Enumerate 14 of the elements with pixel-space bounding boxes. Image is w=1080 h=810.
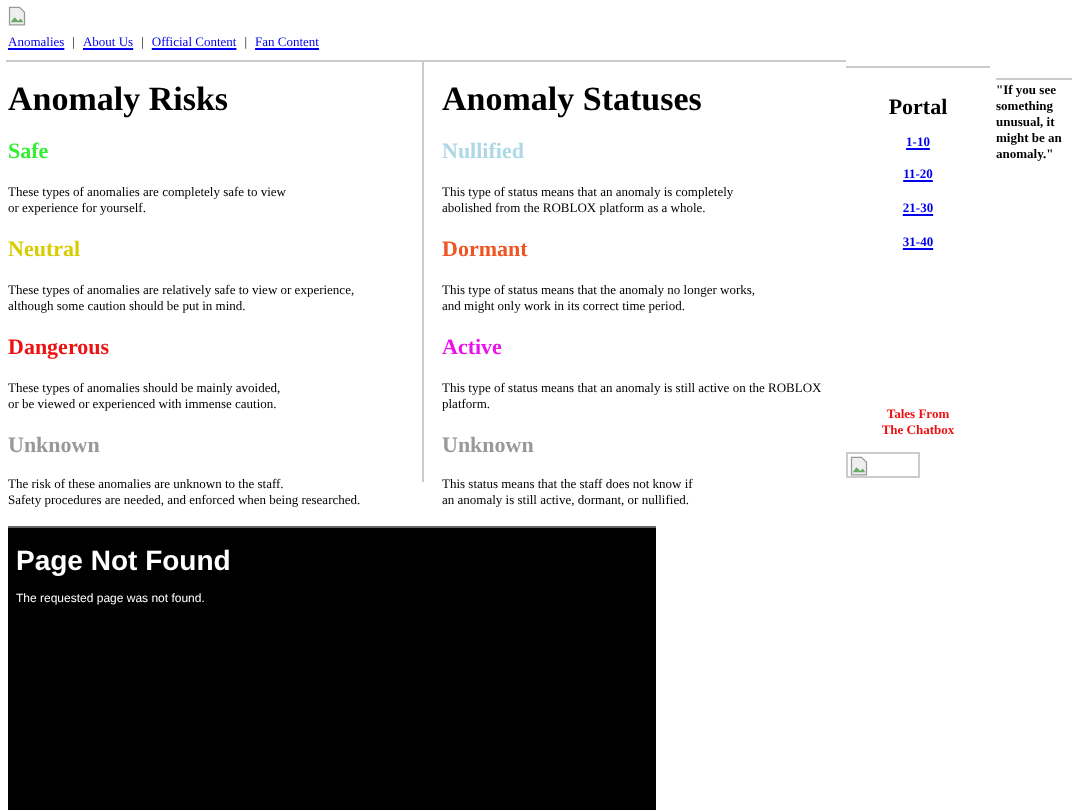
category-heading: Safe <box>8 140 51 168</box>
section-heading: Anomaly Risks <box>8 78 231 121</box>
category-heading: Dormant <box>442 238 530 266</box>
category-heading: Dangerous <box>8 335 112 363</box>
category-heading: Unknown <box>8 433 102 461</box>
error-title: Page Not Found <box>16 544 233 580</box>
broken-image-icon <box>850 455 868 475</box>
category-heading: Active <box>442 335 504 363</box>
category-heading: Nullified <box>442 140 526 168</box>
category-heading: Unknown <box>442 433 536 461</box>
category-heading: Neutral <box>8 238 83 266</box>
portal-heading: Portal <box>888 94 948 124</box>
section-heading: Anomaly Statuses <box>442 78 704 121</box>
broken-image-icon <box>8 6 26 26</box>
